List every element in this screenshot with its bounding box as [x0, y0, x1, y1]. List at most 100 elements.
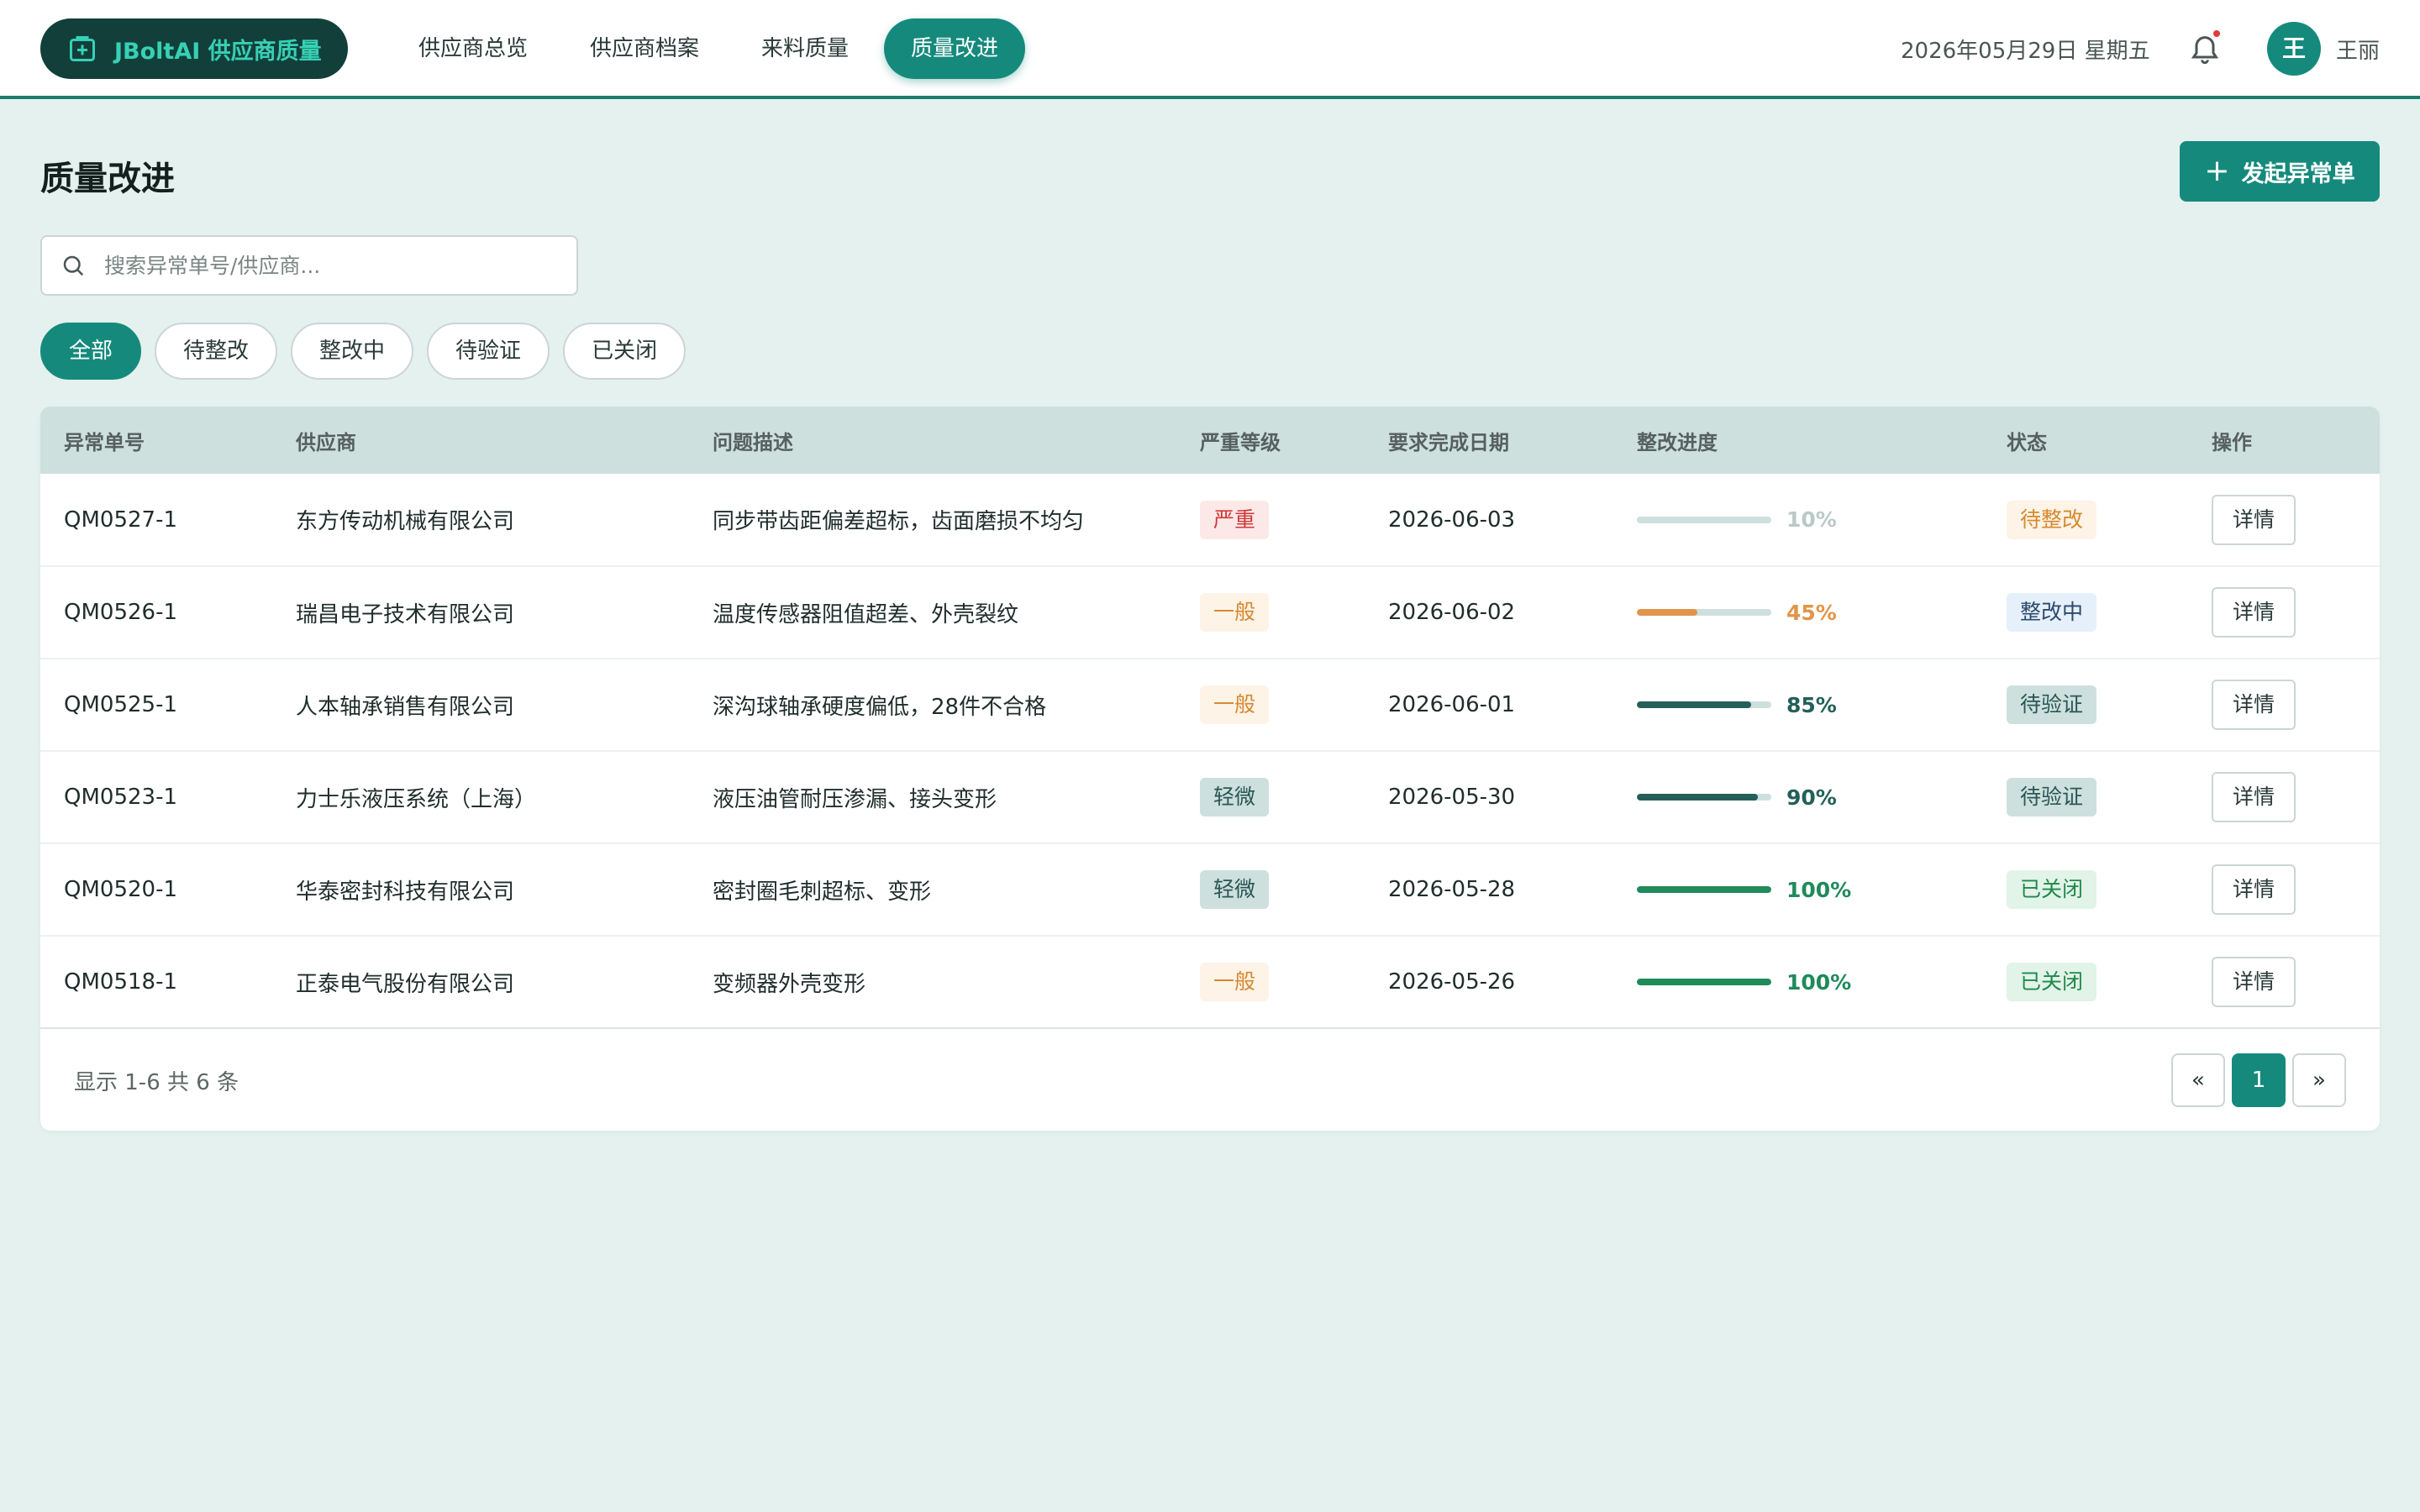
search-icon	[63, 255, 84, 276]
notification-button[interactable]	[2188, 30, 2222, 67]
search-box	[40, 235, 578, 296]
page-button-current[interactable]: 1	[2232, 1053, 2286, 1107]
cell-supplier: 东方传动机械有限公司	[296, 509, 515, 534]
table-row[interactable]: QM0518-1 正泰电气股份有限公司 变频器外壳变形 一般 2026-05-26 100…	[40, 936, 2380, 1028]
status-badge: 已关闭	[2007, 870, 2097, 909]
cell-status: 待验证	[1983, 751, 2188, 843]
main-nav: 供应商总览 供应商档案 来料质量 质量改进	[392, 18, 1034, 79]
filter-pending-rectification[interactable]: 待整改	[155, 323, 278, 380]
progress-label: 10%	[1786, 507, 1837, 532]
create-exception-label: 发起异常单	[2241, 160, 2355, 187]
column-header: 异常单号	[64, 430, 145, 454]
status-badge: 已关闭	[2007, 963, 2097, 1001]
progress-label: 45%	[1786, 600, 1837, 625]
detail-button[interactable]: 详情	[2212, 957, 2296, 1007]
cell-exception-id: QM0526-1	[64, 600, 177, 625]
pagination-summary: 显示 1-6 共 6 条	[74, 1070, 239, 1095]
cell-progress: 10%	[1613, 474, 1983, 566]
username[interactable]: 王丽	[2336, 34, 2380, 65]
cell-status: 整改中	[1983, 566, 2188, 659]
table-row[interactable]: QM0520-1 华泰密封科技有限公司 密封圈毛刺超标、变形 轻微 2026-05-28…	[40, 843, 2380, 936]
cell-supplier: 瑞昌电子技术有限公司	[296, 601, 515, 627]
severity-badge: 一般	[1200, 963, 1270, 1001]
filter-all[interactable]: 全部	[40, 323, 142, 380]
table-row[interactable]: QM0523-1 力士乐液压系统（上海） 液压油管耐压渗漏、接头变形 轻微 2026-0…	[40, 751, 2380, 843]
cell-action: 详情	[2188, 843, 2380, 936]
progress-fill	[1637, 794, 1758, 801]
detail-button[interactable]: 详情	[2212, 494, 2296, 545]
column-header: 问题描述	[713, 430, 793, 454]
nav-item-supplier-profiles[interactable]: 供应商档案	[563, 18, 726, 79]
detail-button[interactable]: 详情	[2212, 864, 2296, 915]
exception-table-card: 异常单号 供应商 问题描述 严重等级 要求完成日期 整改进度 状态 操作 QM0…	[40, 407, 2380, 1131]
progress-indicator: 45%	[1637, 601, 1983, 625]
column-header: 状态	[2007, 430, 2047, 454]
status-badge: 整改中	[2007, 593, 2097, 632]
status-badge: 待验证	[2007, 778, 2097, 816]
severity-badge: 轻微	[1200, 870, 1270, 909]
filter-in-rectification[interactable]: 整改中	[291, 323, 414, 380]
top-navbar: JBoltAI 供应商质量 供应商总览 供应商档案 来料质量 质量改进 2026…	[0, 0, 2420, 99]
severity-badge: 一般	[1200, 593, 1270, 632]
progress-bar	[1637, 886, 1771, 893]
prev-page-button[interactable]: «	[2171, 1053, 2225, 1107]
cell-supplier: 正泰电气股份有限公司	[296, 971, 515, 997]
cell-issue: 变频器外壳变形	[713, 971, 866, 997]
cell-severity: 轻微	[1176, 751, 1365, 843]
filter-pending-verification[interactable]: 待验证	[427, 323, 550, 380]
progress-indicator: 90%	[1637, 785, 1983, 810]
progress-label: 100%	[1786, 877, 1852, 902]
cell-status: 已关闭	[1983, 936, 2188, 1028]
progress-indicator: 10%	[1637, 507, 1983, 532]
nav-item-incoming-quality[interactable]: 来料质量	[734, 18, 876, 79]
column-header: 供应商	[296, 430, 356, 454]
detail-button[interactable]: 详情	[2212, 587, 2296, 638]
brand-logo[interactable]: JBoltAI 供应商质量	[40, 18, 348, 79]
nav-item-quality-improvement[interactable]: 质量改进	[884, 18, 1026, 79]
pagination: « 1 »	[2165, 1053, 2346, 1107]
progress-label: 100%	[1786, 969, 1852, 995]
cell-progress: 100%	[1613, 936, 1983, 1028]
progress-indicator: 100%	[1637, 970, 1983, 995]
nav-item-supplier-overview[interactable]: 供应商总览	[392, 18, 555, 79]
cell-action: 详情	[2188, 474, 2380, 566]
cell-due-date: 2026-05-28	[1388, 877, 1516, 902]
cell-progress: 45%	[1613, 566, 1983, 659]
package-icon	[70, 36, 95, 61]
detail-button[interactable]: 详情	[2212, 772, 2296, 822]
search-input[interactable]	[104, 253, 558, 278]
cell-progress: 85%	[1613, 659, 1983, 751]
cell-action: 详情	[2188, 751, 2380, 843]
table-row[interactable]: QM0525-1 人本轴承销售有限公司 深沟球轴承硬度偏低，28件不合格 一般 2026…	[40, 659, 2380, 751]
progress-fill	[1637, 979, 1771, 985]
cell-due-date: 2026-06-01	[1388, 692, 1516, 717]
table-row[interactable]: QM0526-1 瑞昌电子技术有限公司 温度传感器阻值超差、外壳裂纹 一般 2026-0…	[40, 566, 2380, 659]
severity-badge: 轻微	[1200, 778, 1270, 816]
cell-severity: 一般	[1176, 936, 1365, 1028]
progress-indicator: 100%	[1637, 878, 1983, 902]
detail-button[interactable]: 详情	[2212, 680, 2296, 730]
cell-exception-id: QM0518-1	[64, 969, 177, 995]
progress-bar	[1637, 701, 1771, 708]
cell-status: 待验证	[1983, 659, 2188, 751]
status-filter-tabs: 全部 待整改 整改中 待验证 已关闭	[40, 323, 699, 380]
cell-severity: 轻微	[1176, 843, 1365, 936]
avatar[interactable]: 王	[2267, 22, 2321, 76]
cell-issue: 温度传感器阻值超差、外壳裂纹	[713, 601, 1019, 627]
cell-severity: 严重	[1176, 474, 1365, 566]
create-exception-button[interactable]: + 发起异常单	[2180, 141, 2380, 202]
cell-supplier: 力士乐液压系统（上海）	[296, 786, 537, 812]
table-row[interactable]: QM0527-1 东方传动机械有限公司 同步带齿距偏差超标，齿面磨损不均匀 严重 202…	[40, 474, 2380, 566]
progress-bar	[1637, 609, 1771, 616]
cell-exception-id: QM0523-1	[64, 785, 177, 810]
progress-fill	[1637, 609, 1697, 616]
column-header: 要求完成日期	[1388, 430, 1509, 454]
cell-progress: 100%	[1613, 843, 1983, 936]
filter-closed[interactable]: 已关闭	[563, 323, 687, 380]
status-badge: 待验证	[2007, 685, 2097, 724]
progress-fill	[1637, 701, 1751, 708]
notification-dot	[2213, 30, 2220, 37]
brand-name: JBoltAI 供应商质量	[114, 38, 322, 65]
exception-table: 异常单号 供应商 问题描述 严重等级 要求完成日期 整改进度 状态 操作 QM0…	[40, 407, 2380, 1029]
next-page-button[interactable]: »	[2292, 1053, 2346, 1107]
